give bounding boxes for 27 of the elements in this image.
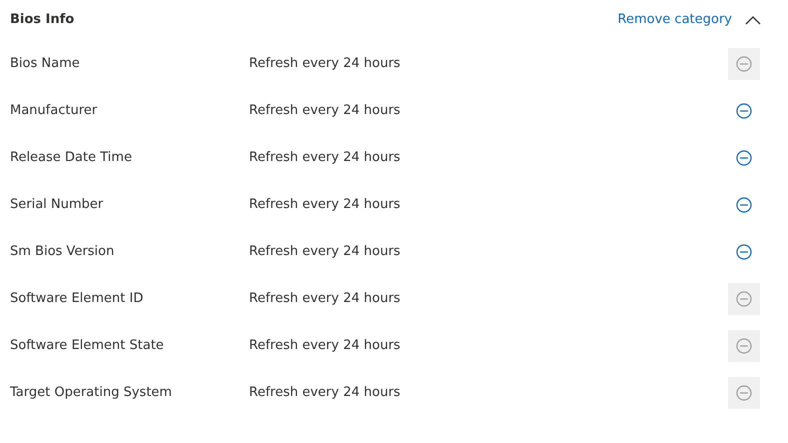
category-title: Bios Info xyxy=(10,11,76,30)
remove-category-link[interactable]: Remove category xyxy=(618,10,732,30)
refresh-interval: Refresh every 24 hours xyxy=(249,290,402,308)
field-name: Sm Bios Version xyxy=(10,242,116,261)
refresh-interval: Refresh every 24 hours xyxy=(249,102,402,120)
minus-circle-icon xyxy=(736,196,752,212)
minus-circle-icon xyxy=(736,244,752,260)
minus-circle-icon xyxy=(736,338,752,354)
field-name: Software Element State xyxy=(10,336,165,355)
chevron-up-icon xyxy=(745,15,761,25)
field-name: Release Date Time xyxy=(10,148,133,167)
minus-circle-icon xyxy=(736,56,752,72)
refresh-interval: Refresh every 24 hours xyxy=(249,148,402,167)
refresh-interval: Refresh every 24 hours xyxy=(249,196,402,214)
minus-circle-icon xyxy=(736,102,752,118)
field-name: Serial Number xyxy=(10,196,104,214)
field-name: Software Element ID xyxy=(10,290,144,308)
refresh-interval: Refresh every 24 hours xyxy=(249,384,402,402)
minus-circle-icon xyxy=(736,150,752,166)
refresh-interval: Refresh every 24 hours xyxy=(249,54,402,73)
refresh-interval: Refresh every 24 hours xyxy=(249,336,402,355)
minus-circle-icon xyxy=(736,290,752,306)
field-name: Target Operating System xyxy=(10,384,173,402)
field-name: Manufacturer xyxy=(10,102,98,120)
field-name: Bios Name xyxy=(10,54,81,73)
refresh-interval: Refresh every 24 hours xyxy=(249,242,402,261)
minus-circle-icon xyxy=(736,384,752,400)
